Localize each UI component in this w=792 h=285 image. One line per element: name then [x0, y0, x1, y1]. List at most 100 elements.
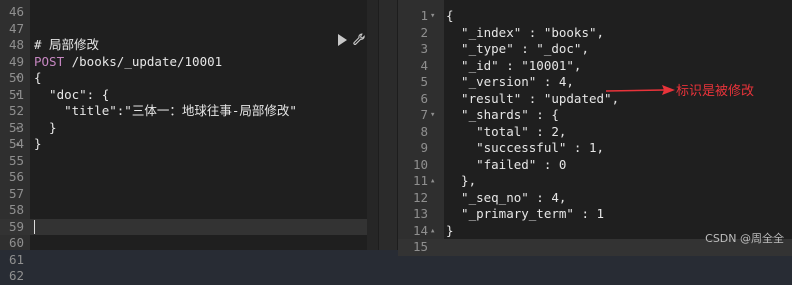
code-line: 11 ▴ }, [398, 173, 792, 190]
code-token: "_index" : "books", [446, 24, 605, 40]
code-line[interactable]: 51 ▾ "doc": { [0, 87, 378, 104]
annotation-arrow [606, 85, 675, 95]
code-token: "_version" : 4, [446, 74, 574, 89]
code-token: "doc": { [34, 86, 110, 102]
line-code[interactable]: POST /books/_update/10001 [34, 54, 222, 71]
line-number: 47 [8, 20, 24, 36]
wrench-icon[interactable] [353, 33, 366, 46]
code-token: POST [34, 53, 65, 69]
code-token: "_primary_term" : 1 [446, 206, 605, 221]
code-line: 3 "_type" : "_doc", [398, 41, 792, 58]
fold-open-icon[interactable]: ▾ [430, 107, 435, 124]
line-number: 15 [412, 239, 428, 254]
code-line[interactable]: 55 [0, 153, 378, 170]
line-code: "result" : "updated", [446, 91, 619, 108]
code-line[interactable]: 48 # 局部修改 [0, 37, 378, 54]
line-number: 5 [420, 74, 428, 89]
line-number: 62 [8, 268, 24, 283]
line-number: 6 [420, 90, 428, 106]
line-code: } [446, 223, 454, 240]
code-line: 7 ▾ "_shards" : { [398, 107, 792, 124]
line-number: 58 [8, 202, 24, 217]
line-number: 49 [8, 53, 24, 69]
line-number: 4 [420, 57, 428, 73]
line-number: 9 [420, 140, 428, 155]
line-number: 60 [8, 235, 24, 250]
line-code[interactable] [34, 219, 35, 236]
code-token: "_type" : "_doc", [446, 41, 589, 56]
request-scrollbar[interactable] [367, 0, 378, 250]
line-number: 48 [8, 37, 24, 52]
code-token: /books/_update/10001 [64, 53, 223, 69]
request-actions [338, 33, 366, 46]
code-line[interactable]: 50 ▾{ [0, 70, 378, 87]
code-token: { [34, 70, 42, 85]
code-token: } [34, 119, 57, 135]
code-token: "result" : "updated", [446, 90, 620, 106]
line-code[interactable]: } [34, 136, 42, 153]
line-code: { [446, 8, 454, 25]
line-code[interactable]: "title":"三体一：地球往事-局部修改" [34, 103, 297, 120]
code-line[interactable]: 60 [0, 235, 378, 252]
fold-open-icon[interactable]: ▾ [15, 70, 20, 87]
line-number: 61 [8, 251, 24, 267]
code-token: "failed" : 0 [446, 156, 567, 172]
code-line[interactable]: 58 [0, 202, 378, 219]
response-viewer: 1 ▾{2 "_index" : "books", 3 "_type" : "_do… [398, 0, 792, 256]
line-number: 52 [8, 103, 24, 118]
annotation-label: 标识是被修改 [676, 84, 755, 99]
code-token: # 局部修改 [34, 37, 100, 52]
line-code: "total" : 2, [446, 124, 566, 141]
fold-open-icon[interactable]: ▾ [15, 87, 20, 104]
fold-close-icon[interactable]: ▴ [15, 136, 20, 153]
code-line: 1 ▾ { [398, 8, 792, 25]
text-cursor [34, 220, 35, 234]
code-line[interactable]: 56 [0, 169, 378, 186]
line-code: "_type" : "_doc", [446, 41, 589, 58]
line-number: 11 [412, 173, 428, 188]
code-line[interactable]: 59 [0, 218, 378, 236]
line-code: "_primary_term" : 1 [446, 206, 604, 223]
code-line[interactable]: 46 [0, 4, 378, 21]
play-icon[interactable] [338, 33, 347, 46]
line-number: 46 [8, 4, 24, 19]
code-token: { [446, 8, 454, 23]
line-code[interactable]: "doc": { [34, 87, 109, 104]
code-line[interactable]: 62 [0, 268, 378, 285]
request-editor[interactable]: 46 47 48 # 局部修改 49 POST /books/_update/10001 5… [0, 0, 378, 283]
code-token: "_shards" : { [446, 107, 559, 122]
code-line[interactable]: 54 ▴} [0, 136, 378, 153]
code-line[interactable]: 49 POST /books/_update/10001 [0, 54, 378, 71]
code-token: "_id" : "10001", [446, 57, 582, 73]
code-token: } [446, 222, 454, 238]
line-number: 14 [412, 222, 428, 238]
code-token: } [34, 136, 42, 151]
line-number: 3 [420, 41, 428, 56]
line-number: 55 [8, 152, 24, 168]
line-number: 56 [8, 169, 24, 184]
fold-open-icon[interactable]: ▾ [430, 8, 435, 25]
code-line: 9 "successful" : 1, [398, 140, 792, 157]
line-code: "failed" : 0 [446, 157, 566, 174]
line-code[interactable]: # 局部修改 [34, 37, 99, 54]
code-token: "successful" : 1, [446, 140, 605, 155]
code-line: 13 "_primary_term" : 1 [398, 206, 792, 223]
line-code[interactable]: { [34, 70, 42, 87]
code-line[interactable]: 57 [0, 186, 378, 203]
line-number: 12 [412, 189, 428, 205]
code-token: "total" : 2, [446, 123, 567, 139]
fold-close-icon[interactable]: ▴ [430, 173, 435, 190]
code-line[interactable]: 53 ▴ } [0, 120, 378, 137]
fold-close-icon[interactable]: ▴ [430, 223, 435, 240]
fold-close-icon[interactable]: ▴ [15, 120, 20, 137]
line-code: "_seq_no" : 4, [446, 190, 566, 207]
code-line: 2 "_index" : "books", [398, 25, 792, 42]
line-code: "_shards" : { [446, 107, 559, 124]
code-line[interactable]: 61 [0, 252, 378, 269]
code-line: 4 "_id" : "10001", [398, 58, 792, 75]
line-code[interactable]: } [34, 120, 57, 137]
line-number: 1 [420, 8, 428, 23]
code-line[interactable]: 52 "title":"三体一：地球往事-局部修改" [0, 103, 378, 120]
code-line[interactable]: 47 [0, 21, 378, 38]
pane-splitter[interactable]: ⁝⁝ [378, 0, 770, 250]
